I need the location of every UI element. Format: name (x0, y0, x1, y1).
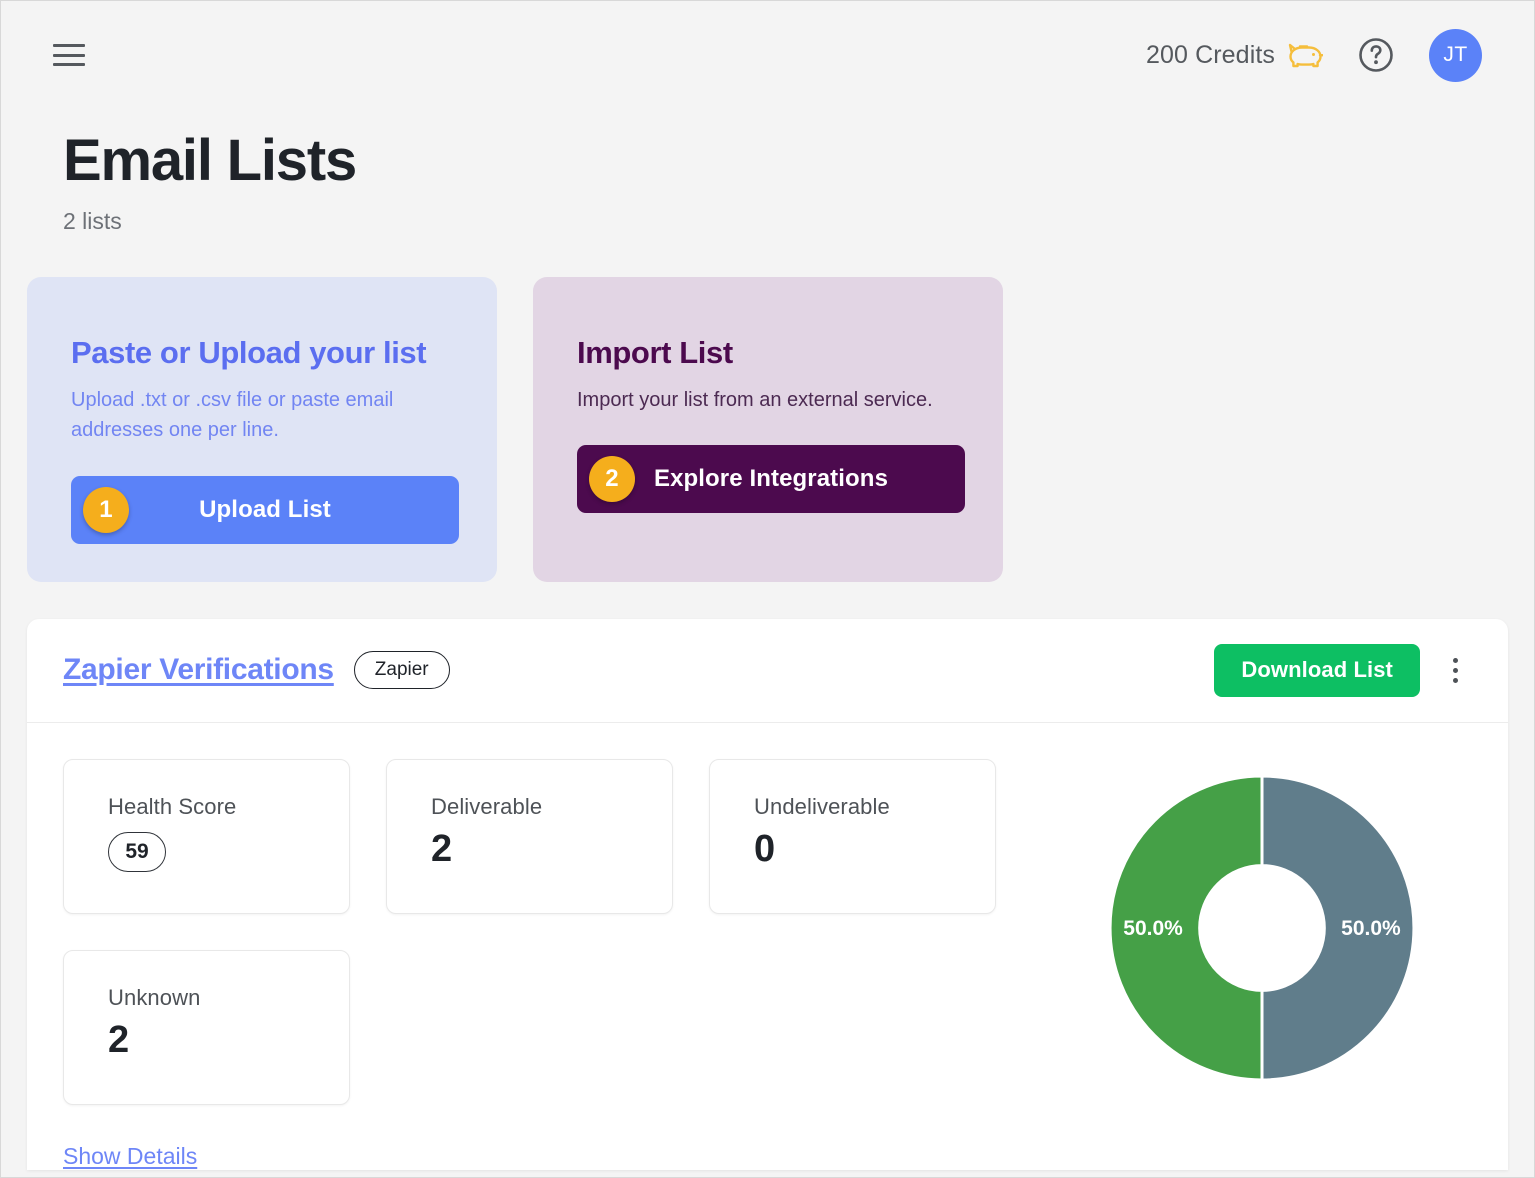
stat-value: 2 (108, 1018, 129, 1061)
stat-value: 0 (754, 827, 775, 870)
stat-label: Deliverable (431, 793, 543, 819)
list-body: Health Score 59 Deliverable 2 Undelivera… (27, 723, 1508, 1170)
stat-label: Unknown (108, 984, 201, 1010)
stat-label: Undeliverable (754, 793, 890, 819)
avatar[interactable]: JT (1429, 28, 1482, 82)
credits-label: 200 Credits (1146, 40, 1275, 69)
avatar-initials: JT (1443, 43, 1468, 66)
list-header: Zapier Verifications Zapier Download Lis… (27, 619, 1508, 723)
explore-integrations-button-label: Explore Integrations (653, 465, 889, 493)
email-list-panel: Zapier Verifications Zapier Download Lis… (27, 618, 1508, 1170)
show-details-link[interactable]: Show Details (63, 1143, 197, 1170)
help-circle-icon[interactable] (1357, 36, 1395, 74)
hamburger-icon[interactable] (53, 42, 87, 68)
step-badge-1: 1 (83, 486, 129, 533)
upload-card-description: Upload .txt or .csv file or paste email … (71, 388, 394, 442)
donut-slice-label: 50.0% (1123, 917, 1183, 940)
list-source-badge: Zapier (353, 651, 450, 690)
stats-row-secondary: Unknown 2 (63, 949, 1052, 1141)
credits-indicator[interactable]: 200 Credits (1146, 40, 1323, 70)
top-bar-actions: 200 Credits JT (1146, 28, 1482, 82)
import-card-description: Import your list from an external servic… (577, 388, 933, 411)
email-lists-page: 200 Credits JT Email Lists 2 lists Paste… (0, 0, 1535, 1178)
upload-list-button-label: Upload List (199, 495, 331, 523)
stat-card-unknown: Unknown 2 (63, 949, 350, 1105)
import-list-card: Import List Import your list from an ext… (533, 276, 1003, 582)
stat-card-health-score: Health Score 59 (63, 758, 350, 914)
stats-row-primary: Health Score 59 Deliverable 2 Undelivera… (63, 758, 1052, 950)
upload-list-button[interactable]: 1 Upload List (71, 475, 459, 544)
stat-card-deliverable: Deliverable 2 (386, 758, 673, 914)
top-bar: 200 Credits JT (1, 1, 1534, 109)
stat-value: 2 (431, 827, 452, 870)
import-card-title: Import List (577, 334, 733, 370)
action-cards: Paste or Upload your list Upload .txt or… (1, 235, 1534, 582)
list-header-actions: Download List (1214, 643, 1472, 697)
download-list-button[interactable]: Download List (1214, 643, 1420, 697)
page-subtitle: 2 lists (63, 207, 122, 234)
donut-slice-label: 50.0% (1341, 917, 1401, 940)
upload-list-card: Paste or Upload your list Upload .txt or… (27, 276, 497, 582)
page-heading: Email Lists 2 lists (1, 109, 1534, 235)
step-badge-2: 2 (589, 456, 635, 503)
health-score-value: 59 (108, 831, 166, 872)
more-vertical-icon[interactable] (1438, 648, 1472, 692)
stat-card-undeliverable: Undeliverable 0 (709, 758, 996, 914)
list-name-link[interactable]: Zapier Verifications (63, 653, 334, 687)
verification-donut-chart: 50.0% 50.0% (1052, 759, 1472, 1170)
page-title: Email Lists (63, 128, 357, 193)
piggy-bank-icon (1288, 43, 1323, 68)
upload-card-title: Paste or Upload your list (71, 334, 427, 370)
stats-area: Health Score 59 Deliverable 2 Undelivera… (63, 758, 1052, 1170)
explore-integrations-button[interactable]: 2 Explore Integrations (577, 445, 965, 514)
stat-label: Health Score (108, 793, 237, 819)
donut-chart-svg: 50.0% 50.0% (1108, 774, 1416, 1082)
